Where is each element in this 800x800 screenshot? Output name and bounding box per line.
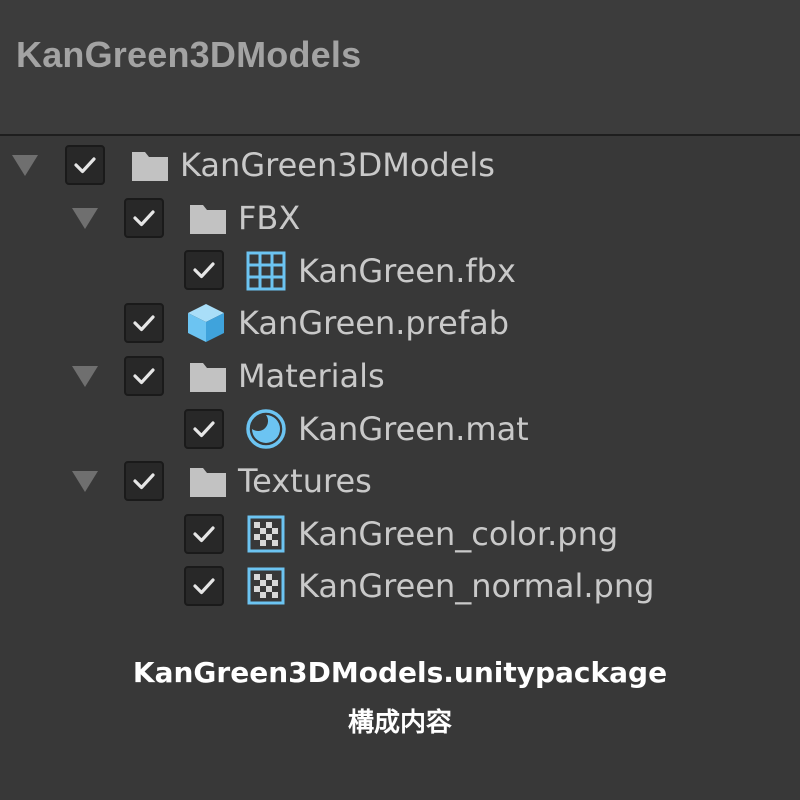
checkmark-icon (133, 315, 155, 332)
include-checkbox[interactable] (184, 250, 224, 290)
checkmark-icon (133, 368, 155, 385)
folder-icon (190, 205, 226, 234)
tree-item-label: KanGreen3DModels (180, 146, 495, 184)
prefab-cube-icon (188, 304, 224, 342)
checkmark-icon (133, 210, 155, 227)
include-checkbox[interactable] (184, 514, 224, 554)
checkmark-icon (193, 262, 215, 279)
tree-item-label: Materials (238, 357, 385, 395)
include-checkbox[interactable] (124, 198, 164, 238)
include-checkbox[interactable] (124, 303, 164, 343)
package-title: KanGreen3DModels (16, 34, 362, 75)
tree-item-label: FBX (238, 199, 301, 237)
tree-item-label: KanGreen.prefab (238, 304, 510, 342)
folder-icon (190, 468, 226, 497)
folder-icon (190, 363, 226, 392)
window-header: KanGreen3DModels (0, 0, 800, 136)
include-checkbox[interactable] (184, 409, 224, 449)
checkmark-icon (193, 578, 215, 595)
tree-item-label: KanGreen_normal.png (298, 567, 655, 605)
contents-caption: 構成内容 (347, 708, 452, 738)
foldout-arrow-icon[interactable] (72, 208, 98, 229)
checkmark-icon (193, 526, 215, 543)
mesh-grid-icon (246, 251, 286, 291)
folder-icon (132, 152, 168, 181)
include-checkbox[interactable] (184, 566, 224, 606)
material-sphere-icon (246, 409, 286, 449)
checkmark-icon (133, 473, 155, 490)
include-checkbox[interactable] (124, 461, 164, 501)
package-filename-caption: KanGreen3DModels.unitypackage (132, 656, 668, 689)
tree-item-label: KanGreen.mat (298, 410, 529, 448)
include-checkbox[interactable] (65, 145, 105, 185)
foldout-arrow-icon[interactable] (72, 471, 98, 492)
tree-item-label: KanGreen.fbx (298, 252, 516, 290)
checkmark-icon (193, 421, 215, 438)
texture-checker-icon (247, 567, 285, 605)
foldout-arrow-icon[interactable] (72, 366, 98, 387)
include-checkbox[interactable] (124, 356, 164, 396)
tree-item-label: Textures (238, 462, 372, 500)
checkmark-icon (74, 157, 96, 174)
texture-checker-icon (247, 515, 285, 553)
tree-item-label: KanGreen_color.png (298, 515, 619, 553)
foldout-arrow-icon[interactable] (12, 155, 38, 176)
